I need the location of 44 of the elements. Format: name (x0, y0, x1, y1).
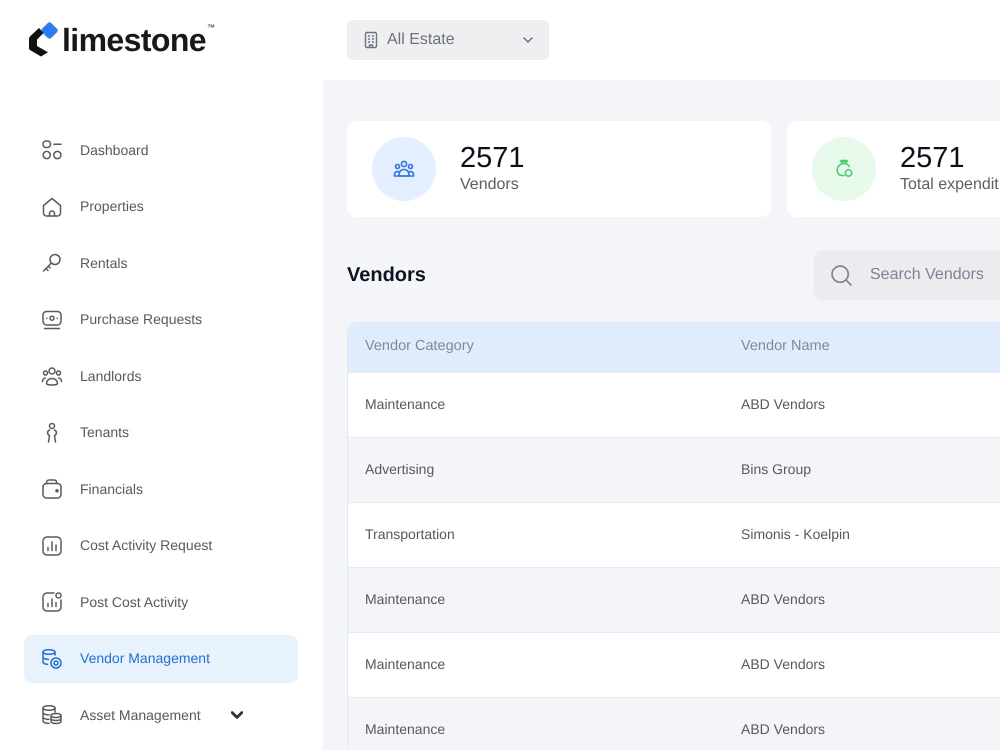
sidebar-item[interactable]: Asset Management (24, 691, 298, 739)
table-cell: Bins Group (724, 437, 1000, 502)
stat-label: Vendors (460, 175, 520, 195)
sidebar-item[interactable]: Dashboard (24, 126, 298, 174)
table-cell: ABD Vendors (724, 372, 1000, 437)
bar-chart-icon (40, 534, 64, 558)
section-title: Vendors (347, 263, 426, 287)
money-bag-icon (812, 137, 876, 201)
chevron-down-icon (523, 37, 533, 43)
database-gear-icon (40, 646, 64, 670)
trademark-mark: ™ (206, 23, 215, 32)
dashboard-icon (40, 138, 64, 162)
search-field[interactable]: Search Vendors (814, 250, 1000, 300)
sidebar-item[interactable]: Cost Activity Request (24, 522, 298, 570)
sidebar-item[interactable]: Post Cost Activity (24, 578, 298, 626)
table-cell: Maintenance (348, 632, 724, 697)
table-header-cell: Vendor Name (724, 323, 1000, 372)
users-icon (372, 137, 436, 201)
table-cell: Transportation (348, 502, 724, 567)
wallet-icon (40, 477, 64, 501)
logo-icon (27, 22, 59, 58)
coins-stack-icon (40, 703, 64, 727)
table-cell: Simonis - Koelpin (724, 502, 1000, 567)
sidebar-item[interactable]: Vendor Management (24, 634, 298, 682)
table-cell: Advertising (348, 437, 724, 502)
search-icon (831, 265, 852, 286)
table-cell: ABD Vendors (724, 567, 1000, 632)
sidebar-item[interactable]: Landlords (24, 352, 298, 400)
stat-label: Total expendit (900, 175, 999, 195)
sidebar-item[interactable]: Purchase Requests (24, 296, 298, 344)
sidebar-item[interactable]: Rentals (24, 239, 298, 287)
table-header-cell: Vendor Category (348, 323, 724, 372)
logo-text: limestone (62, 22, 206, 58)
sidebar-item[interactable]: Properties (24, 182, 298, 230)
chart-icon (40, 590, 64, 614)
building-icon (363, 31, 379, 49)
stat-value: 2571 (460, 143, 525, 176)
sidebar-item[interactable]: Tenants (24, 408, 298, 456)
table-cell: Maintenance (348, 567, 724, 632)
table-cell: ABD Vendors (724, 632, 1000, 697)
stat-value: 2571 (900, 143, 966, 176)
estate-dropdown[interactable]: All Estate (347, 20, 549, 60)
table-cell: Maintenance (348, 372, 724, 437)
sidebar-item[interactable]: Financials (24, 465, 298, 513)
